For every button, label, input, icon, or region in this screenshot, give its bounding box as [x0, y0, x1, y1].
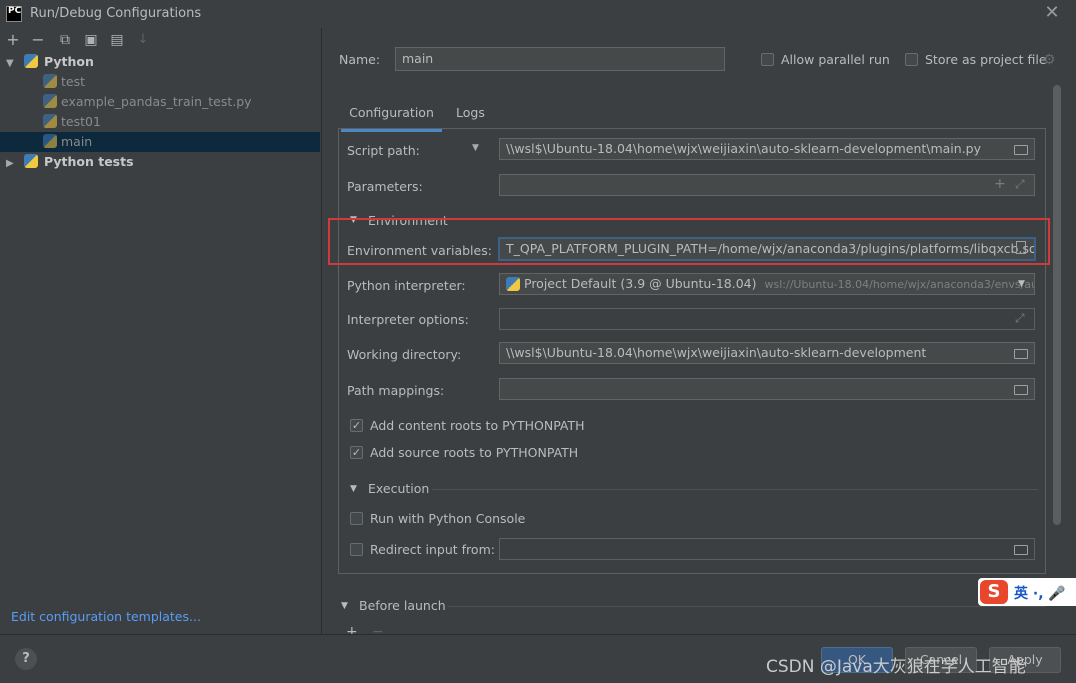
sort-configurations-button[interactable]: ↓	[134, 31, 152, 49]
add-source-roots-label: Add source roots to PYTHONPATH	[370, 445, 579, 460]
chevron-down-icon[interactable]: ▼	[350, 484, 357, 494]
folder-icon[interactable]	[1014, 145, 1028, 155]
redirect-input-checkbox[interactable]	[350, 543, 363, 556]
tree-group-label: Python tests	[43, 154, 134, 169]
redirect-input-label: Redirect input from:	[370, 542, 495, 557]
python-icon	[23, 54, 38, 68]
interpreter-path: wsl://Ubuntu-18.04/home/wjx/anaconda3/en…	[764, 278, 1035, 291]
add-content-roots-checkbox[interactable]: ✓	[350, 419, 363, 432]
chevron-down-icon[interactable]: ▼	[1018, 279, 1025, 289]
tree-group-python-tests[interactable]: ▶ Python tests	[0, 152, 320, 172]
tree-item-label: main	[60, 134, 93, 149]
move-into-folder-button[interactable]: ▤	[108, 31, 126, 49]
pycharm-logo-icon: PC	[6, 6, 22, 22]
path-mappings-input[interactable]	[499, 378, 1035, 400]
run-with-console-checkbox[interactable]	[350, 512, 363, 525]
env-vars-label: Environment variables:	[347, 243, 492, 258]
tree-item-label: test01	[60, 114, 101, 129]
chevron-down-icon[interactable]: ▼	[6, 54, 18, 74]
add-configuration-button[interactable]: +	[4, 31, 22, 49]
path-mappings-label: Path mappings:	[347, 383, 445, 398]
vertical-scrollbar[interactable]	[1053, 85, 1061, 525]
name-input[interactable]: main	[395, 47, 725, 71]
tree-item-label: example_pandas_train_test.py	[60, 94, 252, 109]
python-tests-icon	[23, 154, 38, 168]
chevron-down-icon[interactable]: ▼	[341, 601, 348, 611]
interpreter-options-label: Interpreter options:	[347, 312, 469, 327]
help-button[interactable]: ?	[15, 648, 37, 670]
run-with-console-label: Run with Python Console	[370, 511, 526, 526]
expand-icon[interactable]: ⤢	[1015, 311, 1025, 326]
section-divider	[448, 606, 1046, 607]
python-file-icon	[43, 134, 57, 148]
interpreter-options-input[interactable]	[499, 308, 1035, 330]
script-path-label: Script path:	[347, 143, 420, 158]
tree-item-test[interactable]: test	[0, 72, 320, 92]
parameters-input[interactable]	[499, 174, 1035, 196]
redirect-input-field[interactable]	[499, 538, 1035, 560]
interpreter-label: Python interpreter:	[347, 278, 466, 293]
tree-group-python[interactable]: ▼ Python	[0, 52, 320, 72]
tree-group-label: Python	[43, 54, 94, 69]
name-label: Name:	[339, 52, 381, 67]
ime-logo-icon: S	[980, 580, 1008, 604]
expand-icon[interactable]: ⤢	[1015, 177, 1025, 192]
tree-item-label: test	[60, 74, 85, 89]
gear-icon[interactable]: ⚙	[1043, 52, 1056, 68]
tree-item-test01[interactable]: test01	[0, 112, 320, 132]
execution-section-header[interactable]: Execution	[368, 481, 429, 496]
add-macro-icon[interactable]: +	[994, 176, 1006, 192]
script-path-input[interactable]: \\wsl$\Ubuntu-18.04\home\wjx\weijiaxin\a…	[499, 138, 1035, 160]
edit-env-vars-icon[interactable]	[1016, 241, 1026, 254]
interpreter-value: Project Default (3.9 @ Ubuntu-18.04)	[524, 276, 757, 291]
interpreter-select[interactable]: Project Default (3.9 @ Ubuntu-18.04) wsl…	[499, 273, 1035, 295]
allow-parallel-label: Allow parallel run	[781, 52, 890, 67]
save-configuration-button[interactable]: ▣	[82, 31, 100, 49]
ime-status-text: 英 ·, 🎤	[1014, 586, 1066, 602]
python-icon	[506, 277, 520, 291]
window-title: Run/Debug Configurations	[30, 6, 202, 21]
python-file-icon	[43, 74, 57, 88]
folder-icon[interactable]	[1014, 385, 1028, 395]
python-file-icon	[43, 114, 57, 128]
env-vars-input[interactable]: T_QPA_PLATFORM_PLUGIN_PATH=/home/wjx/ana…	[499, 238, 1035, 260]
allow-parallel-checkbox[interactable]	[761, 53, 774, 66]
python-file-icon	[43, 94, 57, 108]
edit-templates-link[interactable]: Edit configuration templates...	[11, 609, 201, 624]
tab-logs[interactable]: Logs	[456, 103, 485, 129]
before-launch-section-header[interactable]: Before launch	[359, 598, 446, 613]
folder-icon[interactable]	[1014, 349, 1028, 359]
add-content-roots-label: Add content roots to PYTHONPATH	[370, 418, 585, 433]
working-directory-label: Working directory:	[347, 347, 462, 362]
chevron-right-icon[interactable]: ▶	[6, 154, 18, 174]
section-divider	[432, 489, 1038, 490]
tree-item-example-pandas[interactable]: example_pandas_train_test.py	[0, 92, 320, 112]
add-source-roots-checkbox[interactable]: ✓	[350, 446, 363, 459]
watermark-text: CSDN @Java大灰狼在学人工智能	[766, 657, 1026, 677]
store-project-file-checkbox[interactable]	[905, 53, 918, 66]
tree-item-main[interactable]: main	[0, 132, 320, 152]
store-project-file-label: Store as project file	[925, 52, 1047, 67]
script-type-dropdown-icon[interactable]: ▼	[472, 143, 479, 153]
folder-icon[interactable]	[1014, 545, 1028, 555]
copy-configuration-button[interactable]: ⧉	[56, 31, 74, 49]
working-directory-input[interactable]: \\wsl$\Ubuntu-18.04\home\wjx\weijiaxin\a…	[499, 342, 1035, 364]
parameters-label: Parameters:	[347, 179, 423, 194]
close-icon[interactable]: ✕	[1042, 3, 1062, 23]
remove-configuration-button[interactable]: −	[29, 31, 47, 49]
